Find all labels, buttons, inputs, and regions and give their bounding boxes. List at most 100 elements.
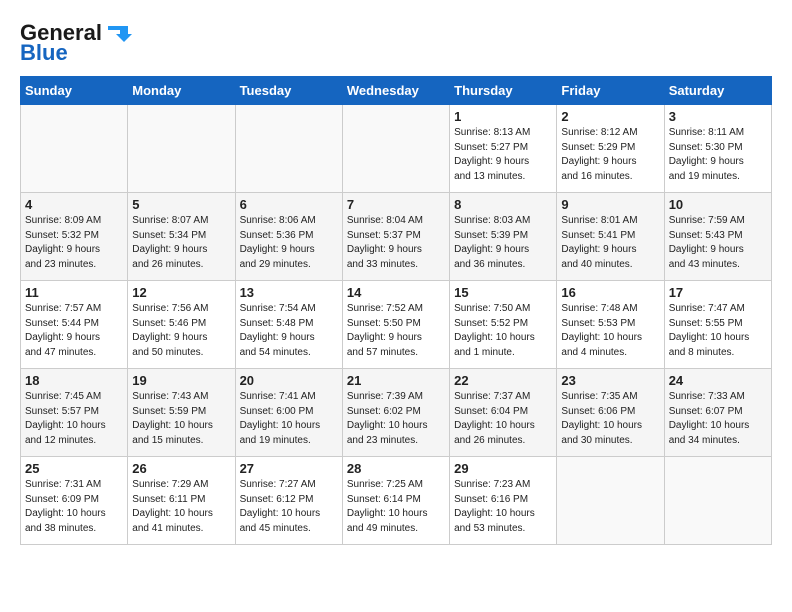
logo-arrow-icon	[104, 22, 132, 44]
calendar-day-cell: 22 Sunrise: 7:37 AM Sunset: 6:04 PM Dayli…	[450, 369, 557, 457]
col-header-tuesday: Tuesday	[235, 77, 342, 105]
calendar-day-cell: 26 Sunrise: 7:29 AM Sunset: 6:11 PM Dayli…	[128, 457, 235, 545]
calendar-day-cell: 3 Sunrise: 8:11 AM Sunset: 5:30 PM Daylig…	[664, 105, 771, 193]
day-info: Sunrise: 7:57 AM Sunset: 5:44 PM Dayligh…	[25, 302, 123, 360]
empty-day-cell	[128, 105, 235, 193]
day-info: Sunrise: 7:41 AM Sunset: 6:00 PM Dayligh…	[240, 390, 338, 448]
col-header-saturday: Saturday	[664, 77, 771, 105]
calendar-day-cell: 17Sunrise: 7:47 AM Sunset: 5:55 PM Dayli…	[664, 281, 771, 369]
calendar-week-row: 18Sunrise: 7:45 AM Sunset: 5:57 PM Dayli…	[21, 369, 772, 457]
day-info: Sunrise: 7:35 AM Sunset: 6:06 PM Dayligh…	[561, 390, 659, 448]
calendar-week-row: 1 Sunrise: 8:13 AM Sunset: 5:27 PM Daylig…	[21, 105, 772, 193]
day-number: 8	[454, 197, 552, 212]
day-info: Sunrise: 7:25 AM Sunset: 6:14 PM Dayligh…	[347, 478, 445, 536]
calendar-day-cell: 5 Sunrise: 8:07 AM Sunset: 5:34 PM Daylig…	[128, 193, 235, 281]
day-info: Sunrise: 7:37 AM Sunset: 6:04 PM Dayligh…	[454, 390, 552, 448]
day-info: Sunrise: 7:50 AM Sunset: 5:52 PM Dayligh…	[454, 302, 552, 360]
day-number: 16	[561, 285, 659, 300]
calendar-day-cell: 11 Sunrise: 7:57 AM Sunset: 5:44 PM Dayli…	[21, 281, 128, 369]
empty-day-cell	[557, 457, 664, 545]
calendar-day-cell: 1 Sunrise: 8:13 AM Sunset: 5:27 PM Daylig…	[450, 105, 557, 193]
day-info: Sunrise: 7:59 AM Sunset: 5:43 PM Dayligh…	[669, 214, 767, 272]
day-number: 25	[25, 461, 123, 476]
day-number: 24	[669, 373, 767, 388]
day-number: 11	[25, 285, 123, 300]
calendar-day-cell: 12 Sunrise: 7:56 AM Sunset: 5:46 PM Dayli…	[128, 281, 235, 369]
day-info: Sunrise: 7:29 AM Sunset: 6:11 PM Dayligh…	[132, 478, 230, 536]
day-number: 23	[561, 373, 659, 388]
day-number: 14	[347, 285, 445, 300]
col-header-wednesday: Wednesday	[342, 77, 449, 105]
day-number: 26	[132, 461, 230, 476]
day-info: Sunrise: 7:48 AM Sunset: 5:53 PM Dayligh…	[561, 302, 659, 360]
calendar-day-cell: 20 Sunrise: 7:41 AM Sunset: 6:00 PM Dayli…	[235, 369, 342, 457]
day-info: Sunrise: 7:43 AM Sunset: 5:59 PM Dayligh…	[132, 390, 230, 448]
calendar-day-cell: 6 Sunrise: 8:06 AM Sunset: 5:36 PM Daylig…	[235, 193, 342, 281]
day-number: 13	[240, 285, 338, 300]
day-info: Sunrise: 7:27 AM Sunset: 6:12 PM Dayligh…	[240, 478, 338, 536]
col-header-sunday: Sunday	[21, 77, 128, 105]
col-header-thursday: Thursday	[450, 77, 557, 105]
calendar-day-cell: 4 Sunrise: 8:09 AM Sunset: 5:32 PM Daylig…	[21, 193, 128, 281]
day-info: Sunrise: 7:52 AM Sunset: 5:50 PM Dayligh…	[347, 302, 445, 360]
day-info: Sunrise: 7:56 AM Sunset: 5:46 PM Dayligh…	[132, 302, 230, 360]
col-header-monday: Monday	[128, 77, 235, 105]
logo-blue: Blue	[20, 40, 68, 66]
day-number: 19	[132, 373, 230, 388]
calendar-day-cell: 16 Sunrise: 7:48 AM Sunset: 5:53 PM Dayli…	[557, 281, 664, 369]
calendar-day-cell: 25 Sunrise: 7:31 AM Sunset: 6:09 PM Dayli…	[21, 457, 128, 545]
day-info: Sunrise: 8:13 AM Sunset: 5:27 PM Dayligh…	[454, 126, 552, 184]
calendar-table: SundayMondayTuesdayWednesdayThursdayFrid…	[20, 76, 772, 545]
day-number: 27	[240, 461, 338, 476]
empty-day-cell	[235, 105, 342, 193]
calendar-header-row: SundayMondayTuesdayWednesdayThursdayFrid…	[21, 77, 772, 105]
day-info: Sunrise: 8:03 AM Sunset: 5:39 PM Dayligh…	[454, 214, 552, 272]
day-info: Sunrise: 8:07 AM Sunset: 5:34 PM Dayligh…	[132, 214, 230, 272]
calendar-day-cell: 21Sunrise: 7:39 AM Sunset: 6:02 PM Dayli…	[342, 369, 449, 457]
empty-day-cell	[342, 105, 449, 193]
calendar-day-cell: 18Sunrise: 7:45 AM Sunset: 5:57 PM Dayli…	[21, 369, 128, 457]
day-number: 28	[347, 461, 445, 476]
day-info: Sunrise: 8:11 AM Sunset: 5:30 PM Dayligh…	[669, 126, 767, 184]
day-number: 22	[454, 373, 552, 388]
day-info: Sunrise: 7:45 AM Sunset: 5:57 PM Dayligh…	[25, 390, 123, 448]
calendar-day-cell: 19 Sunrise: 7:43 AM Sunset: 5:59 PM Dayli…	[128, 369, 235, 457]
calendar-day-cell: 2 Sunrise: 8:12 AM Sunset: 5:29 PM Daylig…	[557, 105, 664, 193]
day-number: 20	[240, 373, 338, 388]
day-info: Sunrise: 8:06 AM Sunset: 5:36 PM Dayligh…	[240, 214, 338, 272]
day-info: Sunrise: 8:01 AM Sunset: 5:41 PM Dayligh…	[561, 214, 659, 272]
logo: General Blue	[20, 20, 132, 66]
day-number: 17	[669, 285, 767, 300]
day-info: Sunrise: 7:23 AM Sunset: 6:16 PM Dayligh…	[454, 478, 552, 536]
day-number: 9	[561, 197, 659, 212]
day-number: 5	[132, 197, 230, 212]
calendar-day-cell: 8 Sunrise: 8:03 AM Sunset: 5:39 PM Daylig…	[450, 193, 557, 281]
day-number: 1	[454, 109, 552, 124]
page-header: General Blue	[20, 20, 772, 66]
day-number: 4	[25, 197, 123, 212]
calendar-day-cell: 24 Sunrise: 7:33 AM Sunset: 6:07 PM Dayli…	[664, 369, 771, 457]
col-header-friday: Friday	[557, 77, 664, 105]
calendar-day-cell: 27 Sunrise: 7:27 AM Sunset: 6:12 PM Dayli…	[235, 457, 342, 545]
day-number: 12	[132, 285, 230, 300]
day-number: 2	[561, 109, 659, 124]
calendar-day-cell: 29 Sunrise: 7:23 AM Sunset: 6:16 PM Dayli…	[450, 457, 557, 545]
day-number: 10	[669, 197, 767, 212]
day-number: 3	[669, 109, 767, 124]
calendar-day-cell: 15 Sunrise: 7:50 AM Sunset: 5:52 PM Dayli…	[450, 281, 557, 369]
day-info: Sunrise: 8:09 AM Sunset: 5:32 PM Dayligh…	[25, 214, 123, 272]
calendar-day-cell: 9 Sunrise: 8:01 AM Sunset: 5:41 PM Daylig…	[557, 193, 664, 281]
calendar-day-cell: 7Sunrise: 8:04 AM Sunset: 5:37 PM Daylig…	[342, 193, 449, 281]
day-number: 29	[454, 461, 552, 476]
day-info: Sunrise: 7:39 AM Sunset: 6:02 PM Dayligh…	[347, 390, 445, 448]
calendar-week-row: 4 Sunrise: 8:09 AM Sunset: 5:32 PM Daylig…	[21, 193, 772, 281]
calendar-day-cell: 14 Sunrise: 7:52 AM Sunset: 5:50 PM Dayli…	[342, 281, 449, 369]
day-info: Sunrise: 7:54 AM Sunset: 5:48 PM Dayligh…	[240, 302, 338, 360]
day-info: Sunrise: 7:31 AM Sunset: 6:09 PM Dayligh…	[25, 478, 123, 536]
day-number: 6	[240, 197, 338, 212]
calendar-day-cell: 13 Sunrise: 7:54 AM Sunset: 5:48 PM Dayli…	[235, 281, 342, 369]
calendar-week-row: 11 Sunrise: 7:57 AM Sunset: 5:44 PM Dayli…	[21, 281, 772, 369]
day-info: Sunrise: 7:33 AM Sunset: 6:07 PM Dayligh…	[669, 390, 767, 448]
day-number: 15	[454, 285, 552, 300]
day-info: Sunrise: 8:12 AM Sunset: 5:29 PM Dayligh…	[561, 126, 659, 184]
